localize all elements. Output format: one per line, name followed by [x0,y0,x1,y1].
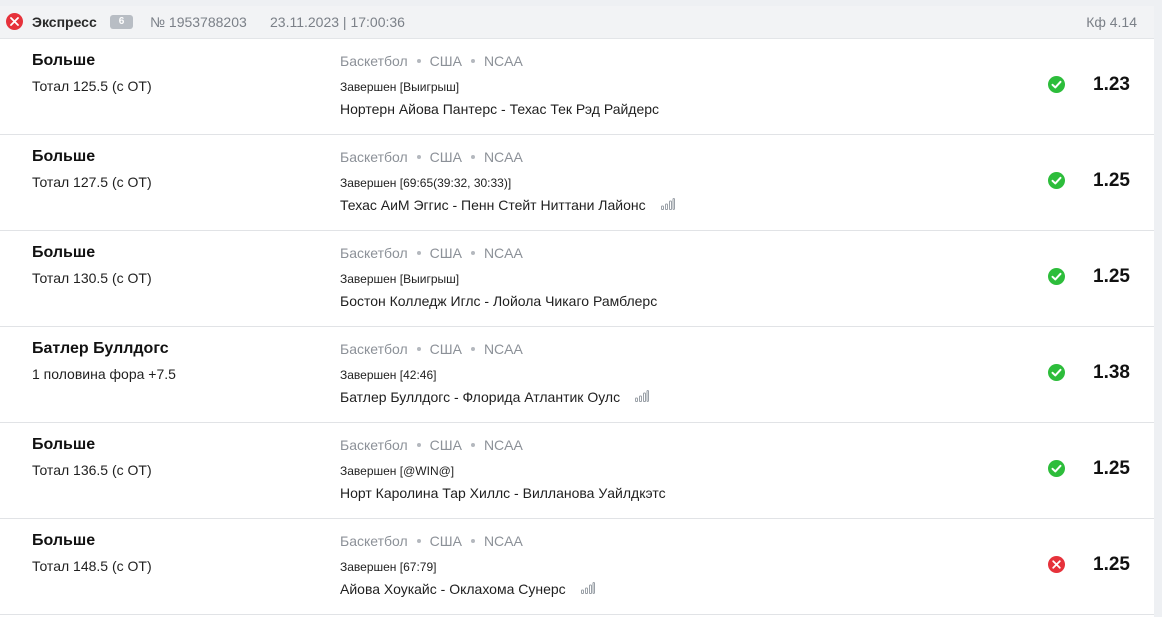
league-label: NCAA [483,245,523,261]
event-match: Батлер Буллдогс - Флорида Атлантик Оулс [340,389,650,405]
match-teams[interactable]: Норт Каролина Тар Хиллс - Вилланова Уайл… [340,485,666,501]
separator-dot [416,251,421,256]
bet-type-label: Экспресс [32,14,97,30]
bet-number: № 1953788203 [150,14,247,30]
event-odds: 1.25 [1093,266,1130,287]
bet-market: Тотал 125.5 (с ОТ) [32,78,152,94]
match-teams[interactable]: Айова Хоукайс - Оклахома Сунерс [340,581,566,597]
event-match: Норт Каролина Тар Хиллс - Вилланова Уайл… [340,485,666,501]
check-circle-icon [1048,76,1065,93]
bet-events-list: Больше Тотал 125.5 (с ОТ) Баскетбол США NC… [0,39,1154,615]
bet-outcome-name: Больше [32,52,96,69]
event-match: Айова Хоукайс - Оклахома Сунерс [340,581,595,597]
league-label: NCAA [483,437,523,453]
check-circle-icon [1048,364,1065,381]
bet-outcome-name: Больше [32,244,96,261]
event-odds: 1.23 [1093,74,1130,95]
separator-dot [470,155,475,160]
event-status: Завершен [42:46] [340,368,437,382]
event-status: Завершен [69:65(39:32, 30:33)] [340,176,512,190]
sport-label: Баскетбол [340,533,408,549]
separator-dot [416,155,421,160]
event-status: Завершен [Выигрыш] [340,80,460,94]
total-coefficient: Кф 4.14 [1086,14,1137,30]
event-odds: 1.25 [1093,170,1130,191]
bet-outcome-name: Больше [32,148,96,165]
separator-dot [416,539,421,544]
bet-outcome-name: Больше [32,532,96,549]
sport-label: Баскетбол [340,53,408,69]
event-meta: Баскетбол США NCAA [340,437,523,453]
country-label: США [429,341,462,357]
event-meta: Баскетбол США NCAA [340,533,523,549]
event-status: Завершен [@WIN@] [340,464,455,478]
country-label: США [429,245,462,261]
separator-dot [470,251,475,256]
match-teams[interactable]: Батлер Буллдогс - Флорида Атлантик Оулс [340,389,620,405]
sport-label: Баскетбол [340,437,408,453]
match-teams[interactable]: Нортерн Айова Пантерс - Техас Тек Рэд Ра… [340,101,659,117]
separator-dot [470,539,475,544]
event-meta: Баскетбол США NCAA [340,341,523,357]
separator-dot [470,59,475,64]
bet-event-row[interactable]: Батлер Буллдогс 1 половина фора +7.5 Бас… [0,327,1154,423]
bet-datetime: 23.11.2023 | 17:00:36 [270,14,405,30]
league-label: NCAA [483,53,523,69]
match-teams[interactable]: Техас АиМ Эггис - Пенн Стейт Ниттани Лай… [340,197,646,213]
country-label: США [429,437,462,453]
bet-market: 1 половина фора +7.5 [32,366,176,382]
country-label: США [429,533,462,549]
bet-market: Тотал 136.5 (с ОТ) [32,462,152,478]
event-odds: 1.25 [1093,554,1130,575]
statistics-icon[interactable] [580,581,595,597]
separator-dot [416,59,421,64]
close-circle-icon [1048,556,1065,573]
bet-market: Тотал 148.5 (с ОТ) [32,558,152,574]
league-label: NCAA [483,149,523,165]
check-circle-icon [1048,172,1065,189]
event-match: Техас АиМ Эггис - Пенн Стейт Ниттани Лай… [340,197,675,213]
check-circle-icon [1048,268,1065,285]
separator-dot [470,443,475,448]
event-meta: Баскетбол США NCAA [340,245,523,261]
bet-header[interactable]: Экспресс 6 № 1953788203 23.11.2023 | 17:… [0,6,1154,39]
bet-outcome-name: Батлер Буллдогс [32,340,169,357]
country-label: США [429,53,462,69]
close-circle-icon [6,13,23,30]
bet-outcome-name: Больше [32,436,96,453]
statistics-icon[interactable] [635,389,650,405]
event-status: Завершен [67:79] [340,560,437,574]
bet-event-row[interactable]: Больше Тотал 127.5 (с ОТ) Баскетбол США NC… [0,135,1154,231]
bet-event-row[interactable]: Больше Тотал 125.5 (с ОТ) Баскетбол США NC… [0,39,1154,135]
sport-label: Баскетбол [340,245,408,261]
event-match: Бостон Колледж Иглс - Лойола Чикаго Рамб… [340,293,657,309]
league-label: NCAA [483,341,523,357]
page-background: Экспресс 6 № 1953788203 23.11.2023 | 17:… [0,0,1162,617]
event-odds: 1.38 [1093,362,1130,383]
events-count-badge: 6 [110,15,133,29]
bet-event-row[interactable]: Больше Тотал 148.5 (с ОТ) Баскетбол США NC… [0,519,1154,615]
event-meta: Баскетбол США NCAA [340,149,523,165]
event-odds: 1.25 [1093,458,1130,479]
event-status: Завершен [Выигрыш] [340,272,460,286]
statistics-icon[interactable] [660,197,675,213]
separator-dot [416,347,421,352]
bet-event-row[interactable]: Больше Тотал 136.5 (с ОТ) Баскетбол США NC… [0,423,1154,519]
country-label: США [429,149,462,165]
bet-market: Тотал 130.5 (с ОТ) [32,270,152,286]
event-meta: Баскетбол США NCAA [340,53,523,69]
bet-event-row[interactable]: Больше Тотал 130.5 (с ОТ) Баскетбол США NC… [0,231,1154,327]
express-bet-card: Экспресс 6 № 1953788203 23.11.2023 | 17:… [0,6,1154,617]
separator-dot [470,347,475,352]
check-circle-icon [1048,460,1065,477]
sport-label: Баскетбол [340,341,408,357]
bet-market: Тотал 127.5 (с ОТ) [32,174,152,190]
match-teams[interactable]: Бостон Колледж Иглс - Лойола Чикаго Рамб… [340,293,657,309]
separator-dot [416,443,421,448]
league-label: NCAA [483,533,523,549]
sport-label: Баскетбол [340,149,408,165]
event-match: Нортерн Айова Пантерс - Техас Тек Рэд Ра… [340,101,659,117]
